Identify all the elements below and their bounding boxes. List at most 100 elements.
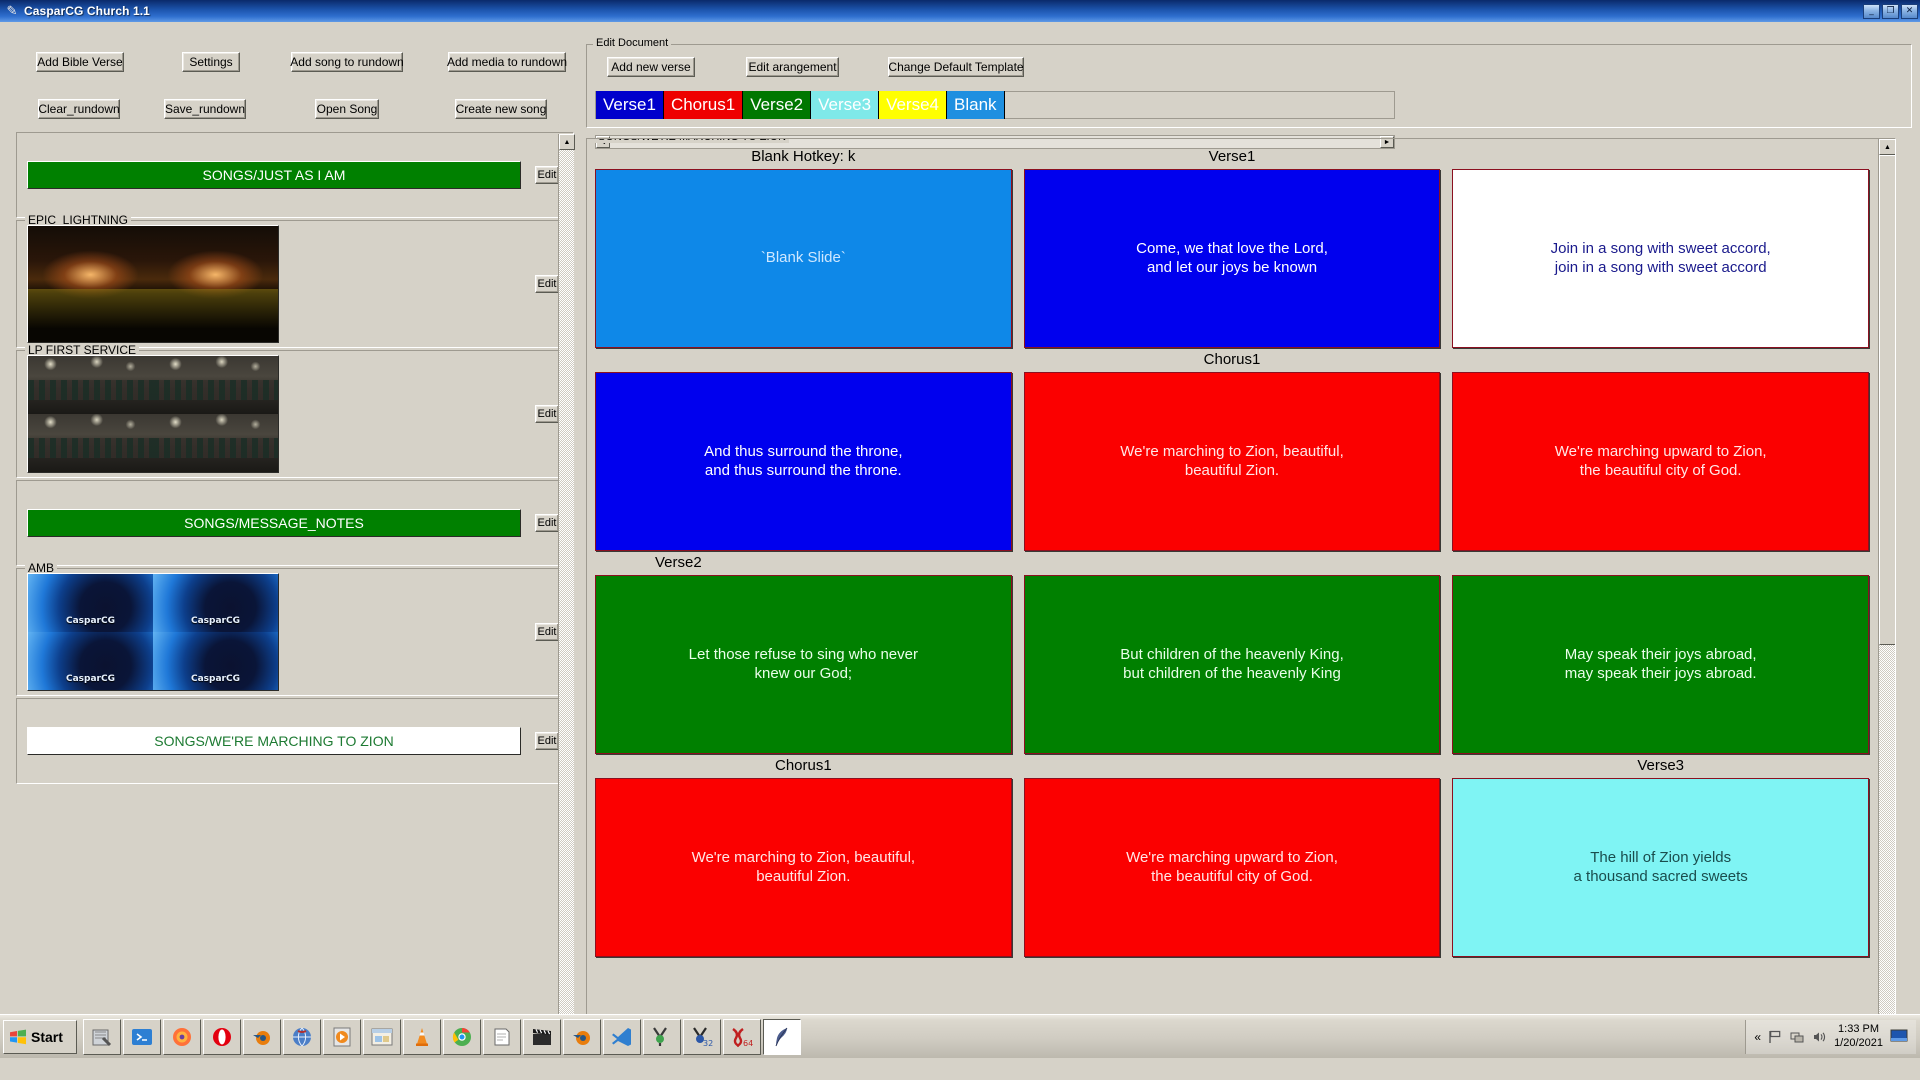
taskbar-clock[interactable]: 1:33 PM 1/20/2021 — [1834, 1023, 1883, 1051]
slide-text: Come, we that love the Lord, and let our… — [1136, 240, 1328, 276]
slide-thumbnail[interactable]: Come, we that love the Lord, and let our… — [1023, 169, 1441, 348]
thumbnail-tile: CasparCG — [153, 632, 278, 690]
rundown-list[interactable]: SONGS/JUST AS I AM Edit EPIC_LIGHTNING Edit… — [16, 132, 574, 1050]
slide-thumbnail[interactable]: And thus surround the throne, and thus s… — [595, 372, 1012, 551]
casparcg-logo-label: CasparCG — [191, 674, 240, 684]
slide-text: But children of the heavenly King, but c… — [1120, 646, 1344, 682]
rundown-item-edit-button[interactable]: Edit — [535, 514, 559, 532]
rundown-item-epic-lightning[interactable]: EPIC_LIGHTNING Edit — [16, 213, 574, 348]
slide-thumbnail[interactable]: Let those refuse to sing who never knew … — [595, 575, 1012, 754]
network-icon[interactable] — [1790, 1030, 1805, 1044]
rundown-item-just-as-i-am[interactable]: SONGS/JUST AS I AM Edit — [16, 132, 574, 218]
slide-section-label — [1452, 348, 1869, 372]
slide-thumbnail[interactable]: We're marching to Zion, beautiful, beaut… — [1023, 372, 1441, 551]
rundown-item-title[interactable]: SONGS/JUST AS I AM — [27, 161, 521, 189]
clock-time: 1:33 PM — [1838, 1022, 1880, 1035]
slide-thumbnail[interactable]: We're marching to Zion, beautiful, beaut… — [595, 778, 1012, 957]
show-hidden-icons-icon[interactable]: « — [1754, 1030, 1761, 1044]
slide-thumbnail[interactable]: May speak their joys abroad, may speak t… — [1452, 575, 1870, 754]
slide-section-label: Blank Hotkey: k — [751, 148, 856, 165]
svg-text:32: 32 — [703, 1039, 713, 1048]
taskbar-item-opera[interactable] — [203, 1018, 241, 1055]
slide-scroll-up-arrow-icon[interactable]: ▲ — [1879, 139, 1895, 155]
settings-button[interactable]: Settings — [182, 52, 240, 72]
rundown-item-were-marching-to-zion[interactable]: SONGS/WE'RE MARCHING TO ZION Edit — [16, 698, 574, 784]
taskbar-item-vscode[interactable] — [603, 1018, 641, 1055]
slide-section-label — [1024, 754, 1441, 778]
clear-rundown-button[interactable]: Clear_rundown — [38, 99, 120, 119]
verse-tab-verse2[interactable]: Verse2 — [743, 91, 812, 119]
add-media-to-rundown-button[interactable]: Add media to rundown — [447, 52, 567, 72]
casparcg-logo-label: CasparCG — [191, 616, 240, 626]
rundown-item-thumbnail[interactable] — [27, 225, 279, 343]
svg-text:64: 64 — [743, 1039, 753, 1048]
taskbar-item-blender2[interactable] — [563, 1018, 601, 1055]
verse-tab-verse4[interactable]: Verse4 — [879, 91, 948, 119]
taskbar-item-tool-green[interactable] — [643, 1018, 681, 1055]
rundown-scroll-track[interactable] — [559, 150, 574, 1034]
taskbar-item-explorer[interactable] — [363, 1018, 401, 1055]
taskbar-item-globe[interactable] — [283, 1018, 321, 1055]
minimize-button[interactable]: _ — [1863, 3, 1880, 19]
slide-scroll-thumb[interactable] — [1879, 155, 1895, 645]
slide-thumbnail[interactable]: But children of the heavenly King, but c… — [1023, 575, 1441, 754]
rundown-item-title[interactable]: SONGS/MESSAGE_NOTES — [27, 509, 521, 537]
rundown-item-thumbnail[interactable] — [27, 355, 279, 473]
taskbar-item-tool-32[interactable]: 32 — [683, 1018, 721, 1055]
verse-tab-chorus1[interactable]: Chorus1 — [663, 91, 744, 119]
verse-tab-blank[interactable]: Blank — [947, 91, 1005, 119]
slide-thumbnail[interactable]: We're marching upward to Zion, the beaut… — [1023, 778, 1441, 957]
rundown-item-edit-button[interactable]: Edit — [535, 166, 559, 184]
taskbar-item-clapper[interactable] — [523, 1018, 561, 1055]
maximize-button[interactable]: ❐ — [1882, 3, 1899, 19]
volume-icon[interactable] — [1812, 1030, 1827, 1044]
slide-panel-scrollbar[interactable]: ▲ ▼ — [1878, 139, 1895, 1049]
add-bible-verse-button[interactable]: Add Bible Verse — [36, 52, 124, 72]
blender-icon — [250, 1025, 274, 1049]
taskbar-item-blender[interactable] — [243, 1018, 281, 1055]
taskbar-item-chrome[interactable] — [443, 1018, 481, 1055]
rundown-item-edit-button[interactable]: Edit — [535, 732, 559, 750]
thumbnail-tile — [153, 356, 278, 414]
rundown-item-message-notes[interactable]: SONGS/MESSAGE_NOTES Edit — [16, 480, 574, 566]
add-song-to-rundown-button[interactable]: Add song to rundown — [290, 52, 404, 72]
rundown-item-title[interactable]: SONGS/WE'RE MARCHING TO ZION — [27, 727, 521, 755]
taskbar-item-firefox[interactable] — [163, 1018, 201, 1055]
rundown-scrollbar[interactable]: ▲ ▼ — [558, 134, 575, 1050]
taskbar-item-notepad[interactable] — [483, 1018, 521, 1055]
folder-tool-icon — [90, 1025, 114, 1049]
chrome-icon — [450, 1025, 474, 1049]
taskbar-item-tool-64[interactable]: 64 — [723, 1018, 761, 1055]
slide-thumbnail[interactable]: The hill of Zion yields a thousand sacre… — [1452, 778, 1870, 957]
casparcg-logo-label: CasparCG — [66, 616, 115, 626]
slide-thumbnail[interactable]: Join in a song with sweet accord, join i… — [1452, 169, 1870, 348]
create-new-song-button[interactable]: Create new song — [455, 99, 547, 119]
taskbar-item-casparcg-church[interactable] — [763, 1018, 801, 1055]
taskbar-item-powershell[interactable] — [123, 1018, 161, 1055]
taskbar-item-file-manager[interactable] — [83, 1018, 121, 1055]
close-button[interactable]: ✕ — [1901, 3, 1918, 19]
rundown-item-edit-button[interactable]: Edit — [535, 623, 559, 641]
slide-section-label: Verse1 — [1208, 148, 1256, 165]
verse-tab-verse1[interactable]: Verse1 — [596, 91, 664, 119]
add-new-verse-button[interactable]: Add new verse — [607, 57, 695, 77]
change-default-template-button[interactable]: Change Default Template — [888, 57, 1024, 77]
taskbar-item-media-player[interactable] — [323, 1018, 361, 1055]
rundown-item-amb[interactable]: AMB CasparCG CasparCG CasparCG CasparCG Edit — [16, 561, 574, 696]
edit-arrangement-button[interactable]: Edit arangement — [746, 57, 839, 77]
thumbnail-tile — [28, 414, 153, 472]
start-button[interactable]: Start — [3, 1019, 77, 1054]
verse-tab-verse3[interactable]: Verse3 — [811, 91, 880, 119]
rundown-item-edit-button[interactable]: Edit — [535, 275, 559, 293]
rundown-item-edit-button[interactable]: Edit — [535, 405, 559, 423]
show-desktop-icon[interactable] — [1890, 1029, 1908, 1044]
rundown-scroll-up-arrow-icon[interactable]: ▲ — [559, 134, 575, 150]
taskbar-item-vlc[interactable] — [403, 1018, 441, 1055]
flag-icon[interactable] — [1768, 1030, 1783, 1044]
rundown-item-thumbnail[interactable]: CasparCG CasparCG CasparCG CasparCG — [27, 573, 279, 691]
slide-thumbnail[interactable]: We're marching upward to Zion, the beaut… — [1452, 372, 1870, 551]
save-rundown-button[interactable]: Save_rundown — [164, 99, 246, 119]
open-song-button[interactable]: Open Song — [315, 99, 379, 119]
slide-thumbnail[interactable]: `Blank Slide` — [595, 169, 1012, 348]
rundown-item-lp-first-service[interactable]: LP FIRST SERVICE Edit — [16, 343, 574, 478]
